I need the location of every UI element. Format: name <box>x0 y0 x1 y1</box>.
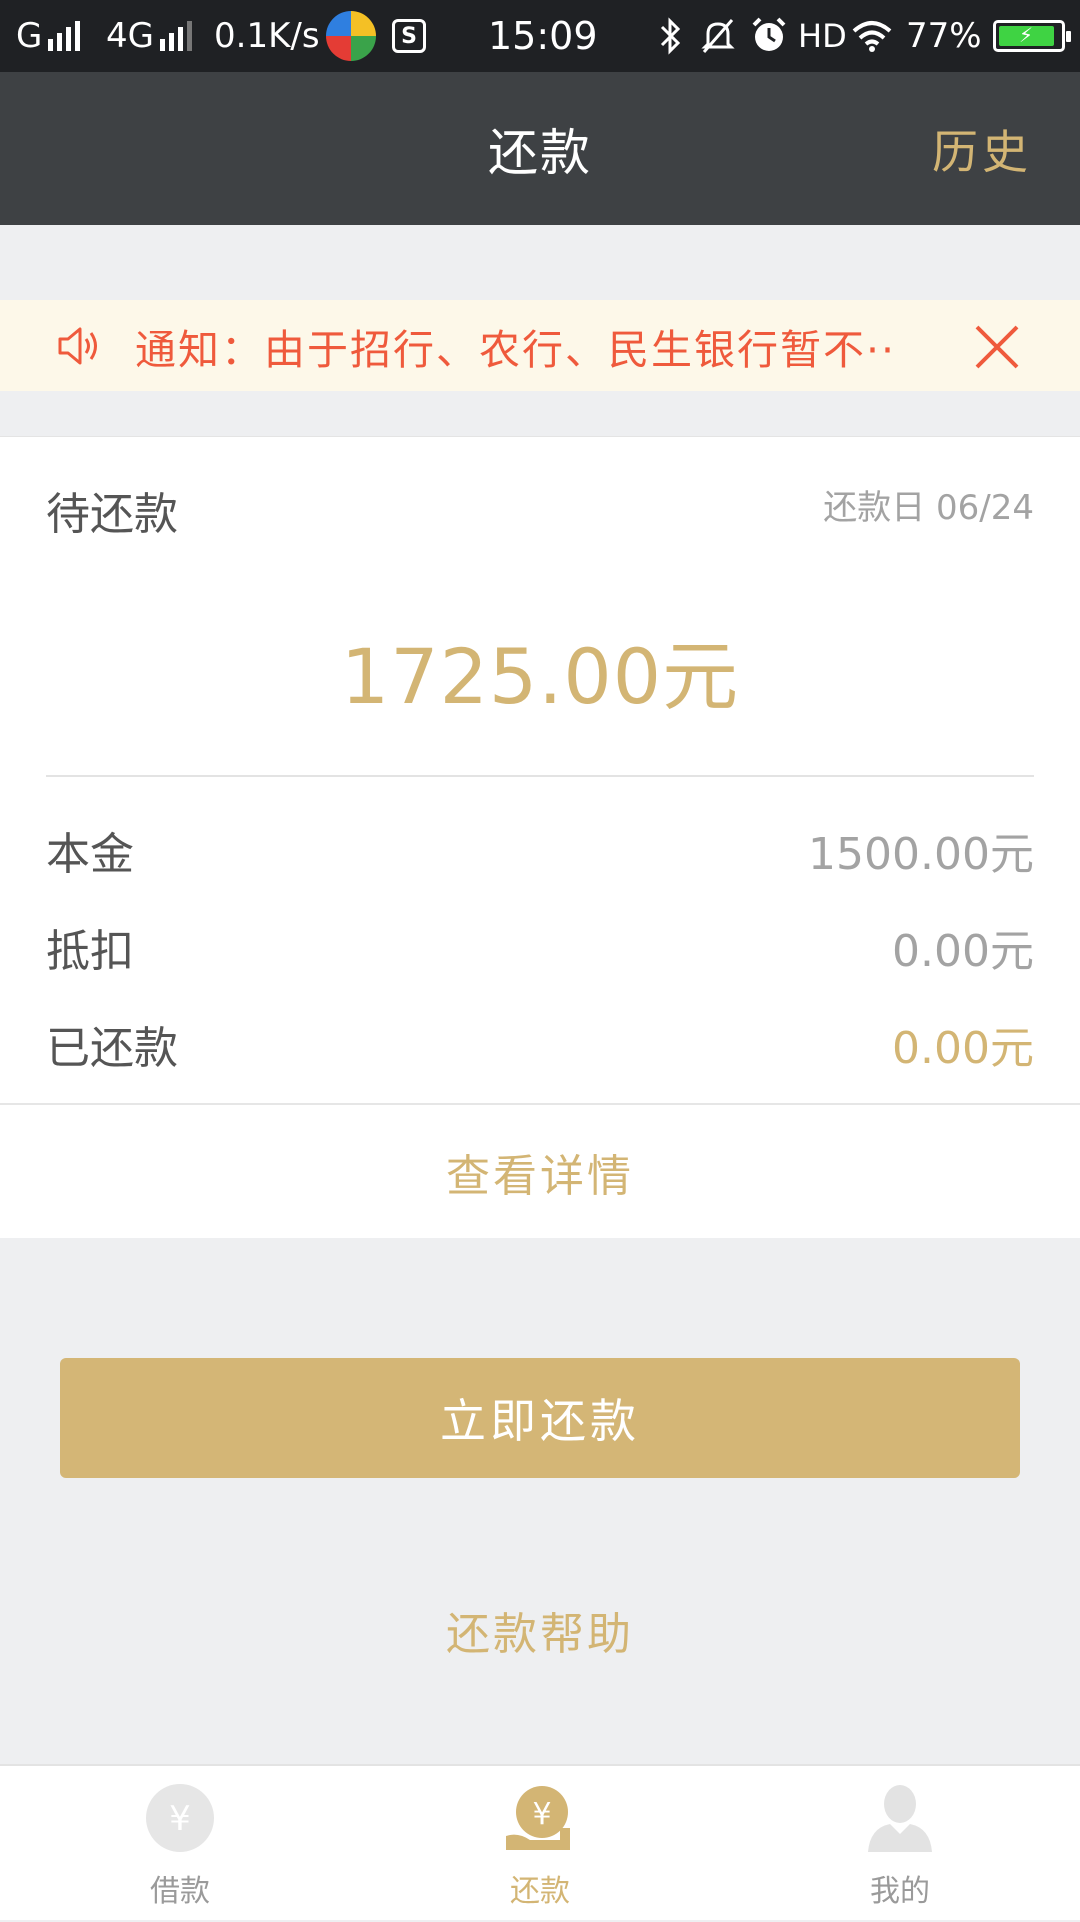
signal-bars-icon <box>159 21 192 51</box>
speaker-icon <box>58 327 97 365</box>
signal-bars-icon <box>48 21 81 51</box>
page-title: 还款 <box>488 123 592 182</box>
nav-label-borrow: 借款 <box>150 1874 210 1909</box>
wifi-icon <box>852 21 892 52</box>
view-details-link[interactable]: 查看详情 <box>0 1105 1080 1238</box>
svg-text:¥: ¥ <box>169 1799 191 1839</box>
history-button[interactable]: 历史 <box>932 72 1032 225</box>
title-bar: 还款 历史 <box>0 72 1080 225</box>
bottom-nav: ¥ 借款 ¥ 还款 我的 <box>0 1764 1080 1920</box>
bluetooth-icon <box>660 17 681 55</box>
alarm-icon <box>752 17 786 51</box>
principal-value: 1500.00元 <box>808 829 1034 880</box>
app-notification-icon <box>326 11 376 61</box>
nav-item-borrow[interactable]: ¥ 借款 <box>0 1766 360 1922</box>
pending-amount: 1725.00元 <box>340 632 740 721</box>
principal-label: 本金 <box>46 829 134 880</box>
due-date-value: 06/24 <box>936 488 1034 528</box>
clock: 15:09 <box>488 14 598 58</box>
repayment-help-link[interactable]: 还款帮助 <box>0 1590 1080 1670</box>
svg-text:¥: ¥ <box>532 1797 551 1832</box>
nav-item-mine[interactable]: 我的 <box>720 1766 1080 1922</box>
pending-label: 待还款 <box>46 489 178 540</box>
battery-icon: ⚡ <box>993 20 1071 52</box>
deduction-value: 0.00元 <box>892 926 1034 977</box>
notice-banner[interactable]: 通知：由于招行、农行、民生银行暂不·· <box>0 300 1080 391</box>
due-date: 还款日 06/24 <box>823 480 1034 529</box>
yen-coin-icon: ¥ <box>146 1784 214 1852</box>
mute-bell-icon <box>701 19 735 53</box>
signal-2: 4G <box>106 0 192 72</box>
repaid-value: 0.00元 <box>892 1023 1034 1074</box>
carrier-2-label: 4G <box>106 16 154 56</box>
repaid-label: 已还款 <box>46 1023 178 1074</box>
repay-now-button[interactable]: 立即还款 <box>60 1358 1020 1478</box>
user-icon <box>868 1785 932 1852</box>
deduction-label: 抵扣 <box>46 926 134 977</box>
nav-label-repay: 还款 <box>510 1874 570 1909</box>
net-speed: 0.1K/s <box>214 16 320 56</box>
close-icon[interactable] <box>972 322 1022 372</box>
carrier-1-label: G <box>16 16 43 56</box>
status-bar: G 4G 0.1K/s S 15:09 HD 77% ⚡ <box>0 0 1080 72</box>
notice-text: 通知：由于招行、农行、民生银行暂不·· <box>135 325 897 374</box>
due-date-label: 还款日 <box>823 488 926 528</box>
divider <box>46 775 1034 777</box>
battery-percent: 77% <box>906 16 982 56</box>
hd-indicator: HD <box>798 17 847 55</box>
signal-1: G <box>16 0 81 72</box>
yen-hand-icon: ¥ <box>506 1786 570 1850</box>
s-app-icon: S <box>392 19 426 53</box>
nav-label-mine: 我的 <box>870 1874 930 1909</box>
nav-item-repay[interactable]: ¥ 还款 <box>360 1766 720 1922</box>
